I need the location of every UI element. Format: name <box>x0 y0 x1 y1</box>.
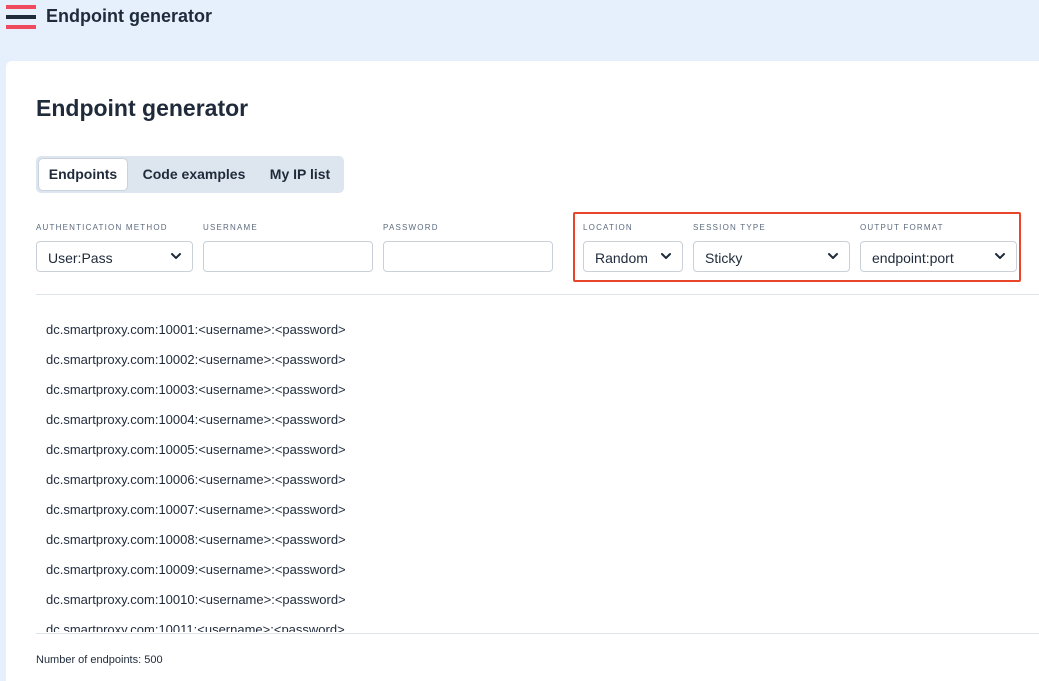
menu-bar-1 <box>6 5 36 9</box>
chevron-down-icon <box>828 253 838 259</box>
username-field[interactable] <box>203 241 373 272</box>
chevron-down-icon <box>171 253 181 259</box>
tab-code-examples[interactable]: Code examples <box>133 159 255 190</box>
endpoint-count: Number of endpoints: 500 <box>36 654 163 666</box>
main-card: Endpoint generator Endpoints Code exampl… <box>6 61 1039 681</box>
page-title: Endpoint generator <box>36 95 249 121</box>
endpoint-row: dc.smartproxy.com:10001:<username>:<pass… <box>46 322 346 337</box>
menu-bar-3 <box>6 25 36 29</box>
endpoint-row: dc.smartproxy.com:10011:<username>:<pass… <box>46 622 345 632</box>
endpoint-row: dc.smartproxy.com:10007:<username>:<pass… <box>46 502 346 517</box>
app-title: Endpoint generator <box>46 6 212 26</box>
auth-method-value: User:Pass <box>48 250 113 266</box>
password-label: PASSWORD <box>383 223 439 232</box>
endpoint-row: dc.smartproxy.com:10010:<username>:<pass… <box>46 592 346 607</box>
location-value: Random <box>595 250 648 266</box>
top-bar: Endpoint generator <box>0 0 1039 60</box>
output-format-label: OUTPUT FORMAT <box>860 223 944 232</box>
endpoint-row: dc.smartproxy.com:10008:<username>:<pass… <box>46 532 346 547</box>
menu-bar-2 <box>6 15 36 19</box>
tab-bar: Endpoints Code examples My IP list <box>36 156 344 193</box>
endpoint-list[interactable]: dc.smartproxy.com:10001:<username>:<pass… <box>36 295 1036 632</box>
tab-my-ip-list[interactable]: My IP list <box>262 159 338 190</box>
chevron-down-icon <box>661 253 671 259</box>
tab-endpoints[interactable]: Endpoints <box>39 159 127 190</box>
endpoint-row: dc.smartproxy.com:10006:<username>:<pass… <box>46 472 346 487</box>
session-type-label: SESSION TYPE <box>693 223 766 232</box>
endpoint-row: dc.smartproxy.com:10003:<username>:<pass… <box>46 382 346 397</box>
password-field[interactable] <box>383 241 553 272</box>
auth-method-select[interactable]: User:Pass <box>36 241 193 272</box>
auth-method-label: AUTHENTICATION METHOD <box>36 223 168 232</box>
output-format-value: endpoint:port <box>872 250 954 266</box>
chevron-down-icon <box>995 253 1005 259</box>
location-select[interactable]: Random <box>583 241 683 272</box>
session-type-select[interactable]: Sticky <box>693 241 850 272</box>
divider-bottom <box>36 633 1039 634</box>
location-label: LOCATION <box>583 223 633 232</box>
hamburger-menu-icon[interactable] <box>6 5 36 29</box>
endpoint-row: dc.smartproxy.com:10009:<username>:<pass… <box>46 562 346 577</box>
username-label: USERNAME <box>203 223 258 232</box>
output-format-select[interactable]: endpoint:port <box>860 241 1017 272</box>
endpoint-row: dc.smartproxy.com:10004:<username>:<pass… <box>46 412 346 427</box>
session-type-value: Sticky <box>705 250 743 266</box>
endpoint-row: dc.smartproxy.com:10005:<username>:<pass… <box>46 442 346 457</box>
endpoint-row: dc.smartproxy.com:10002:<username>:<pass… <box>46 352 346 367</box>
